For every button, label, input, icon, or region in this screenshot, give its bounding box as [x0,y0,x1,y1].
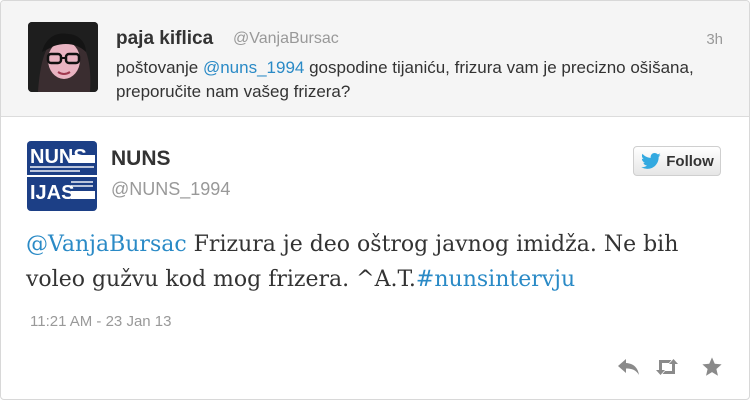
tweet-timestamp[interactable]: 11:21 AM - 23 Jan 13 [30,313,171,330]
context-handle[interactable]: @VanjaBursac [233,30,339,48]
context-display-name[interactable]: paja kiflica [116,28,213,50]
context-avatar[interactable] [28,22,98,92]
in-reply-to-tweet: paja kiflica @VanjaBursac 3h poštovanje … [1,1,749,117]
follow-button[interactable]: Follow [633,146,721,176]
author-handle[interactable]: @NUNS_1994 [111,179,230,200]
tweet-text: @VanjaBursac Frizura je deo oštrog javno… [26,227,731,297]
context-tweet-text: poštovanje @nuns_1994 gospodine tijaniću… [116,56,701,104]
nuns-avatar[interactable]: NUNS IJAS [27,141,97,211]
reply-icon[interactable] [615,353,643,381]
tweet-embed: paja kiflica @VanjaBursac 3h poštovanje … [0,0,750,400]
follow-label: Follow [666,152,714,170]
star-icon[interactable] [698,353,726,381]
logo-bottom-text: IJAS [30,182,74,204]
twitter-bird-icon [640,153,662,169]
tweet-mention-link[interactable]: @VanjaBursac [26,232,187,257]
avatar-portrait-image [28,22,98,92]
nuns-logo-image: NUNS IJAS [27,141,97,211]
context-text-prefix: poštovanje [116,58,203,77]
author-display-name[interactable]: NUNS [111,147,171,171]
tweet-actions [1,353,749,383]
retweet-icon[interactable] [653,353,681,381]
tweet-hashtag-link[interactable]: #nunsintervju [416,267,575,292]
context-mention-link[interactable]: @nuns_1994 [203,58,304,77]
context-timestamp[interactable]: 3h [706,31,723,48]
